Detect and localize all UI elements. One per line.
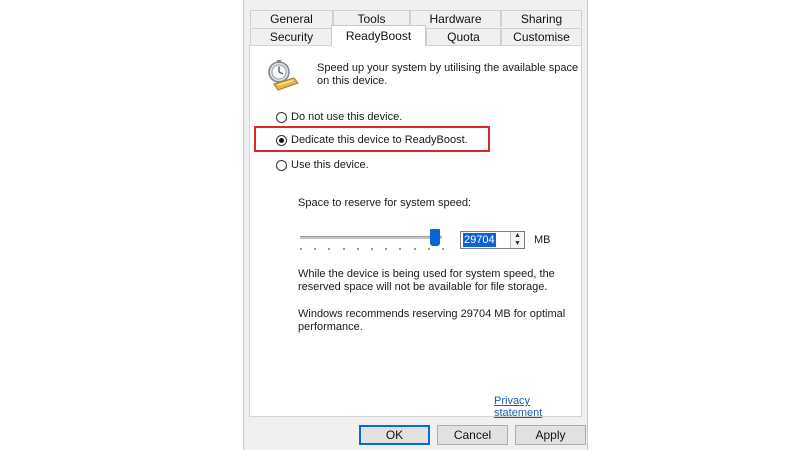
tab-readyboost[interactable]: ReadyBoost xyxy=(331,25,426,46)
option-use-device-label: Use this device. xyxy=(291,159,369,171)
readyboost-panel: Speed up your system by utilising the av… xyxy=(249,45,582,419)
reserve-note: While the device is being used for syste… xyxy=(298,268,555,293)
privacy-statement-link[interactable]: Privacy statement xyxy=(494,395,581,419)
slider-tick xyxy=(399,248,402,250)
slider-tick xyxy=(371,248,373,250)
slider-tick xyxy=(342,248,345,250)
spin-down-arrow-icon[interactable]: ▼ xyxy=(511,240,524,248)
tab-security[interactable]: Security xyxy=(250,28,333,45)
tab-customise[interactable]: Customise xyxy=(501,28,582,45)
slider-tick xyxy=(328,248,331,250)
tab-quota[interactable]: Quota xyxy=(426,28,501,45)
slider-tick xyxy=(300,248,302,250)
radio-use-device[interactable] xyxy=(276,159,287,171)
slider-tick xyxy=(356,248,359,250)
radio-dedicate[interactable] xyxy=(276,134,287,146)
reserve-slider-track[interactable] xyxy=(300,236,442,239)
option-use-device[interactable]: Use this device. xyxy=(276,157,369,173)
option-do-not-use-label: Do not use this device. xyxy=(291,111,403,123)
tab-general[interactable]: General xyxy=(250,10,333,27)
unit-label: MB xyxy=(534,234,551,246)
slider-tick xyxy=(314,248,317,250)
option-dedicate-label: Dedicate this device to ReadyBoost. xyxy=(291,134,468,146)
slider-tick xyxy=(427,248,430,250)
spin-up-arrow-icon[interactable]: ▲ xyxy=(511,232,524,240)
readyboost-drive-icon xyxy=(268,60,299,91)
tab-sharing[interactable]: Sharing xyxy=(501,10,582,27)
screen: ↖ General Tools Hardware Sharing Securit… xyxy=(0,0,800,450)
recommendation-note: Windows recommends reserving 29704 MB fo… xyxy=(298,308,566,333)
option-dedicate[interactable]: Dedicate this device to ReadyBoost. xyxy=(276,132,468,148)
reserve-size-input[interactable]: 29704 ▲ ▼ xyxy=(460,231,525,249)
intro-text: Speed up your system by utilising the av… xyxy=(317,62,579,87)
reserve-space-label: Space to reserve for system speed: xyxy=(298,197,472,209)
cancel-button[interactable]: Cancel xyxy=(437,425,508,445)
ok-button[interactable]: OK xyxy=(359,425,430,445)
slider-tick xyxy=(442,248,444,250)
slider-tick xyxy=(385,248,388,250)
spin-buttons: ▲ ▼ xyxy=(510,232,524,248)
apply-button[interactable]: Apply xyxy=(515,425,586,445)
reserve-slider-thumb[interactable] xyxy=(429,229,440,246)
reserve-size-value[interactable]: 29704 xyxy=(463,233,496,247)
slider-tick xyxy=(413,248,416,250)
properties-dialog: General Tools Hardware Sharing Security … xyxy=(243,0,588,450)
radio-do-not-use[interactable] xyxy=(276,111,287,123)
option-do-not-use[interactable]: Do not use this device. xyxy=(276,109,402,125)
